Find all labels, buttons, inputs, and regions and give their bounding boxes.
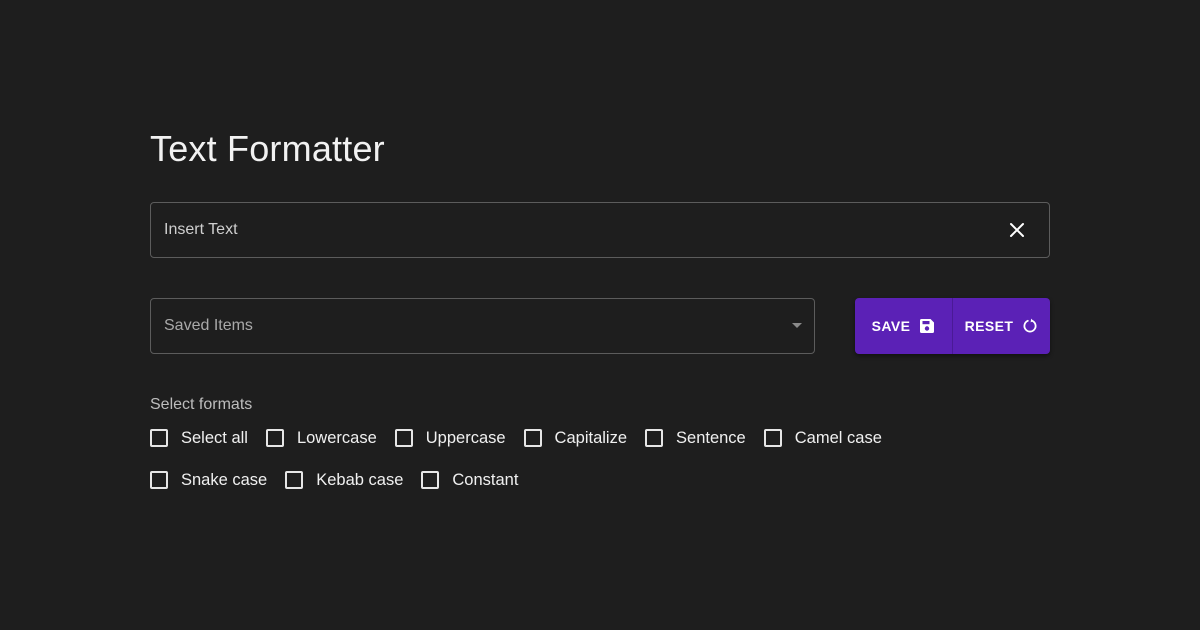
checkbox-kebab-case[interactable]: Kebab case xyxy=(285,469,403,491)
checkbox-sentence[interactable]: Sentence xyxy=(645,427,746,449)
page-title: Text Formatter xyxy=(150,128,385,169)
checkbox-label: Select all xyxy=(181,428,248,447)
floppy-disk-icon xyxy=(919,318,935,334)
checkbox-snake-case[interactable]: Snake case xyxy=(150,469,267,491)
close-icon xyxy=(1010,223,1024,237)
checkbox-camel-case[interactable]: Camel case xyxy=(763,427,882,449)
checkbox-label: Camel case xyxy=(794,428,882,447)
checkbox-capitalize[interactable]: Capitalize xyxy=(523,427,628,449)
checkbox-box[interactable] xyxy=(150,429,168,447)
save-button-label: SAVE xyxy=(871,318,911,334)
checkbox-label: Sentence xyxy=(676,428,746,447)
save-button[interactable]: SAVE xyxy=(855,298,953,354)
checkbox-label: Uppercase xyxy=(425,428,506,447)
checkbox-box[interactable] xyxy=(645,429,664,447)
formats-row-2: Snake case Kebab case Constant xyxy=(150,469,536,491)
checkbox-uppercase[interactable]: Uppercase xyxy=(394,427,506,449)
checkbox-label: Kebab case xyxy=(316,470,404,489)
checkbox-box[interactable] xyxy=(394,429,413,447)
checkbox-box[interactable] xyxy=(763,429,782,447)
text-input-field[interactable] xyxy=(150,202,1050,258)
clear-button[interactable] xyxy=(1003,216,1031,244)
checkbox-lowercase[interactable]: Lowercase xyxy=(265,427,377,449)
formats-row-1: Select all Lowercase Uppercase Capitaliz… xyxy=(150,427,900,449)
saved-items-placeholder: Saved Items xyxy=(164,317,253,334)
checkbox-label: Lowercase xyxy=(296,428,377,447)
checkbox-label: Snake case xyxy=(181,470,268,489)
reset-button[interactable]: RESET xyxy=(953,298,1050,354)
caret-down-icon xyxy=(792,323,802,328)
action-button-group: SAVE RESET xyxy=(855,298,1050,354)
checkbox-box[interactable] xyxy=(421,471,440,489)
saved-items-select[interactable]: Saved Items xyxy=(150,298,815,354)
checkbox-constant[interactable]: Constant xyxy=(421,469,518,491)
reset-button-label: RESET xyxy=(964,318,1014,334)
checkbox-box[interactable] xyxy=(150,471,168,489)
select-formats-label: Select formats xyxy=(150,396,253,413)
refresh-icon xyxy=(1022,318,1038,334)
checkbox-select-all[interactable]: Select all xyxy=(150,427,248,449)
checkbox-box[interactable] xyxy=(523,429,542,447)
checkbox-label: Constant xyxy=(452,470,519,489)
checkbox-box[interactable] xyxy=(265,429,284,447)
checkbox-label: Capitalize xyxy=(554,428,628,447)
text-input[interactable] xyxy=(164,203,984,257)
checkbox-box[interactable] xyxy=(285,471,304,489)
